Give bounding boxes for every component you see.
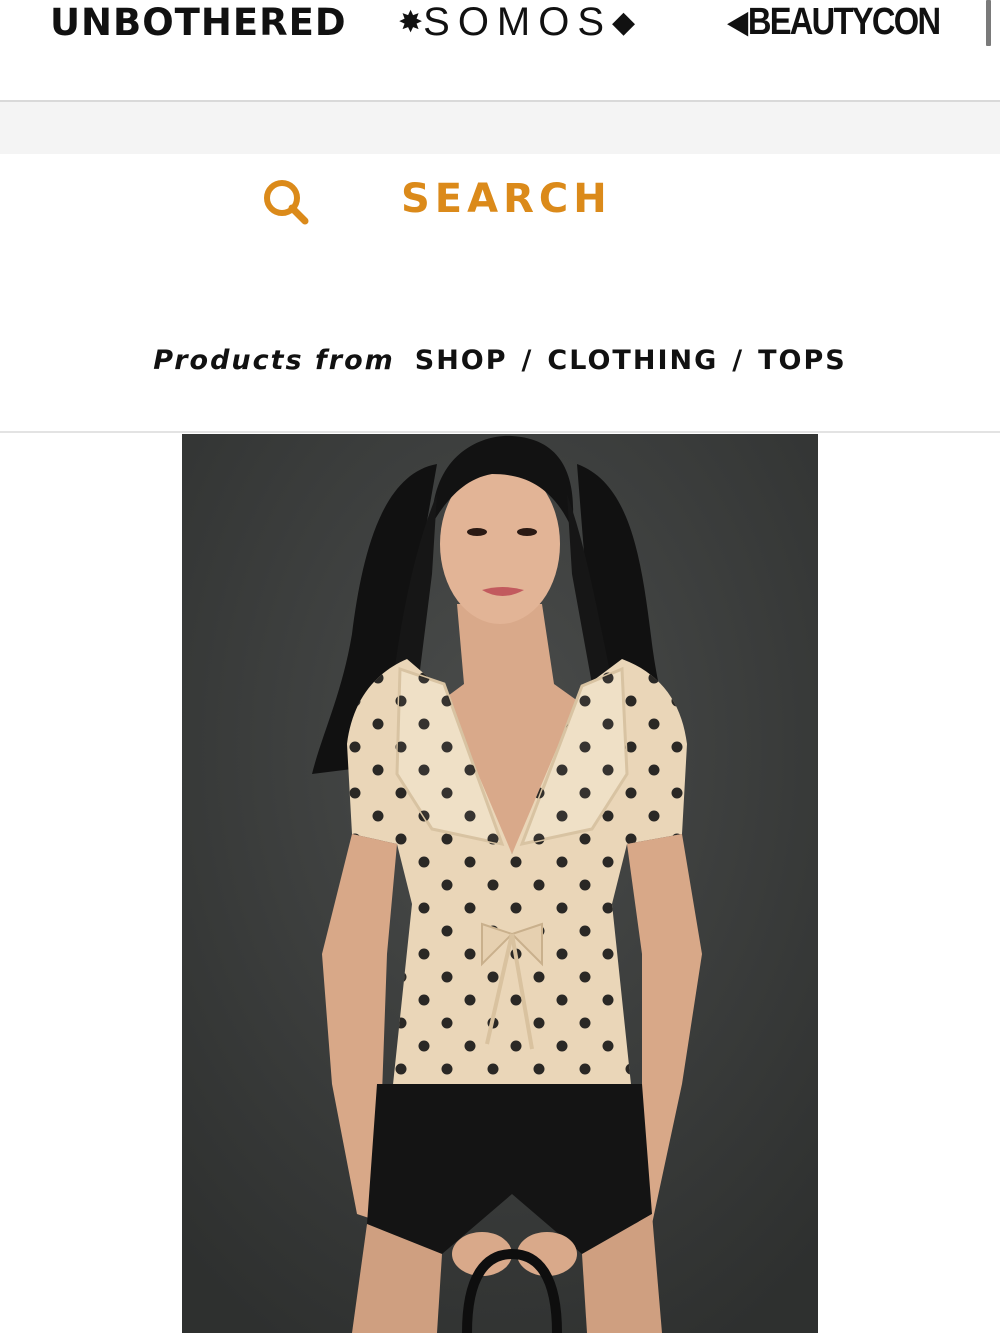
search-icon[interactable] [260,176,312,228]
brand-label: UNBOTHERED [50,0,347,44]
product-image[interactable] [182,434,818,1333]
brand-strip: UNBOTHERED ✸ SOMOS ◆ ◀ BEAUTYCON [0,0,1000,102]
breadcrumb-tops-link[interactable]: TOPS [758,345,847,376]
arrow-left-icon: ◀ [728,5,748,39]
section-divider [0,431,1000,433]
star-icon: ✸ [398,5,424,39]
breadcrumb-prefix: Products from [153,344,395,376]
breadcrumb-separator: / [521,344,534,376]
brand-label: SOMOS [423,0,613,44]
breadcrumb-shop-link[interactable]: SHOP [415,345,508,376]
breadcrumb-clothing-link[interactable]: CLOTHING [547,345,718,376]
brand-strip-scrollbar[interactable] [986,0,991,46]
product-photo-illustration [182,434,818,1333]
search-bar: SEARCH [0,154,1000,244]
breadcrumb-separator: / [732,344,745,376]
diamond-icon: ◆ [612,5,636,39]
brand-label: BEAUTYCON [747,0,941,43]
search-button[interactable]: SEARCH [401,174,612,224]
brand-unbothered-link[interactable]: UNBOTHERED [50,0,347,44]
brand-beautycon-link[interactable]: ◀ BEAUTYCON [728,0,941,44]
brand-somos-link[interactable]: ✸ SOMOS ◆ [398,0,635,44]
breadcrumb: Products from SHOP / CLOTHING / TOPS [0,335,1000,385]
page: UNBOTHERED ✸ SOMOS ◆ ◀ BEAUTYCON SEARCH … [0,0,1000,1333]
ad-spacer-band [0,102,1000,154]
